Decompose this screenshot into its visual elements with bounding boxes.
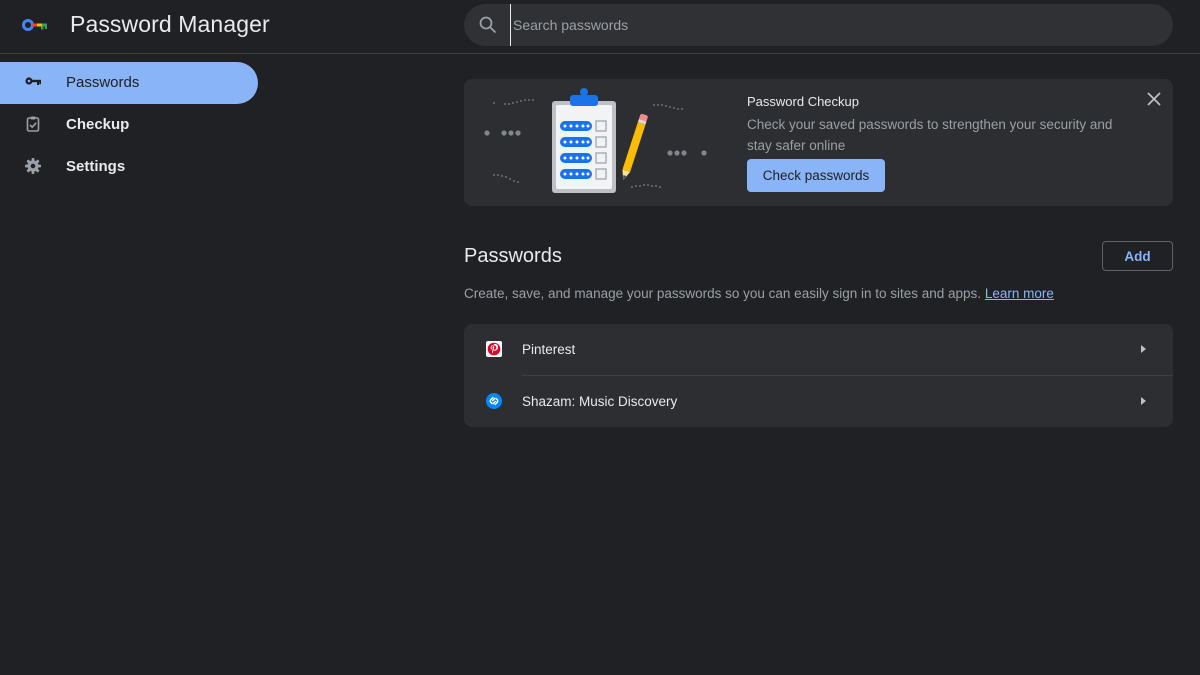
description-text: Create, save, and manage your passwords … — [464, 286, 982, 301]
passwords-section-description: Create, save, and manage your passwords … — [464, 286, 1054, 301]
password-row-shazam[interactable]: Shazam: Music Discovery — [486, 375, 1173, 426]
sidebar-item-settings[interactable]: Settings — [0, 146, 258, 188]
checkup-description: Check your saved passwords to strengthen… — [747, 117, 1113, 153]
password-list: Pinterest Shazam: Music Discovery — [464, 324, 1173, 427]
sidebar-item-label: Settings — [66, 158, 126, 175]
password-checkup-card: Password Checkup Check your saved passwo… — [464, 79, 1173, 206]
search-input[interactable] — [510, 4, 1150, 46]
key-icon — [25, 77, 41, 85]
sidebar-item-label: Checkup — [66, 116, 130, 133]
sidebar-item-checkup[interactable]: Checkup — [0, 104, 258, 146]
sidebar-item-label: Passwords — [66, 74, 140, 91]
shazam-icon — [486, 393, 502, 409]
chevron-right-icon — [1141, 397, 1146, 405]
sidebar-item-passwords[interactable]: Passwords — [0, 62, 258, 104]
clipboard-check-icon — [26, 116, 40, 132]
close-icon — [1147, 92, 1161, 106]
password-site-name: Shazam: Music Discovery — [522, 394, 678, 409]
check-passwords-button[interactable]: Check passwords — [747, 159, 885, 192]
checkup-title: Password Checkup — [747, 94, 859, 109]
passwords-section-title: Passwords — [464, 245, 562, 267]
password-site-name: Pinterest — [522, 342, 576, 357]
checkup-illustration — [484, 88, 707, 193]
password-row-pinterest[interactable]: Pinterest — [464, 324, 1173, 375]
chevron-right-icon — [1141, 345, 1146, 353]
search-icon — [479, 16, 496, 33]
app-title: Password Manager — [70, 11, 270, 37]
add-password-button[interactable]: Add — [1102, 241, 1173, 271]
learn-more-link[interactable]: Learn more — [985, 286, 1054, 301]
key-logo-icon — [22, 19, 47, 31]
close-checkup-button[interactable] — [1143, 88, 1165, 110]
pinterest-icon — [486, 341, 502, 357]
gear-icon — [25, 158, 41, 174]
search-bar[interactable] — [464, 4, 1173, 46]
top-bar: Password Manager — [0, 0, 1200, 54]
